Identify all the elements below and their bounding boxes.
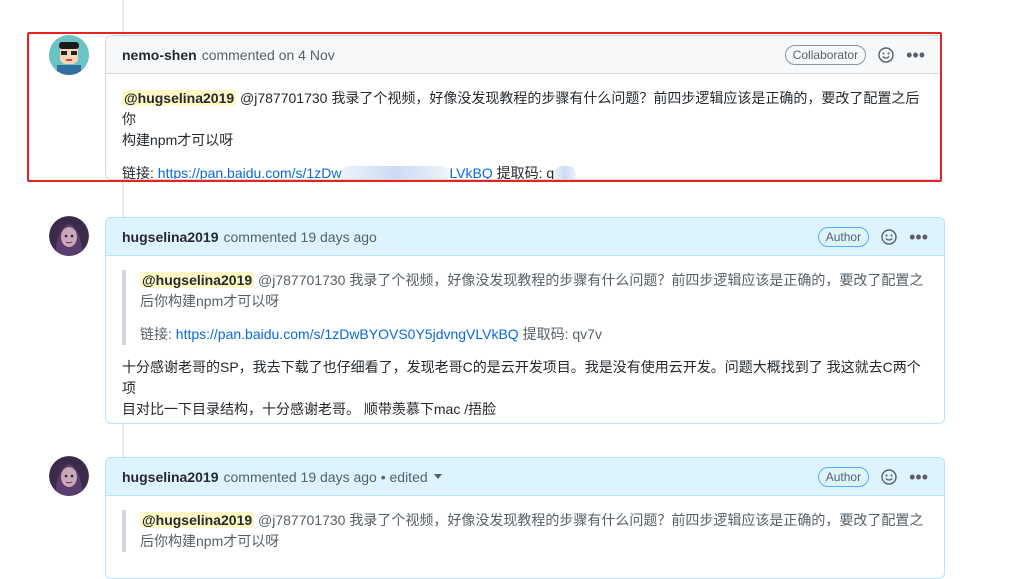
blockquote: @hugselina2019 @j787701730 我录了个视频，好像没发现教…: [122, 510, 928, 552]
quote-text: @j787701730 我录了个视频，好像没发现教程的步骤有什么问题？前四步逻辑…: [254, 272, 924, 288]
comment-body: @hugselina2019 @j787701730 我录了个视频，好像没发现教…: [106, 256, 944, 423]
smiley-icon[interactable]: [878, 46, 894, 63]
comment-body: @hugselina2019 @j787701730 我录了个视频，好像没发现教…: [106, 74, 941, 180]
extract-code: 提取码: qv7v: [518, 326, 602, 342]
comment-body: @hugselina2019 @j787701730 我录了个视频，好像没发现教…: [106, 496, 944, 578]
avatar-image: [49, 216, 89, 256]
avatar-image: [49, 35, 89, 75]
avatar-hugselina2019[interactable]: [49, 456, 89, 496]
comment-header: hugselina2019 commented 19 days ago Auth…: [106, 218, 944, 256]
avatar-image: [49, 456, 89, 496]
kebab-menu-icon[interactable]: •••: [909, 228, 928, 246]
quote-text: @j787701730 我录了个视频，好像没发现教程的步骤有什么问题？前四步逻辑…: [254, 512, 924, 528]
comment-header: hugselina2019 commented 19 days ago • ed…: [106, 458, 944, 496]
comment-timestamp[interactable]: commented on 4 Nov: [202, 47, 335, 63]
comment-timestamp[interactable]: commented 19 days ago: [224, 229, 377, 245]
kebab-menu-icon[interactable]: •••: [909, 468, 928, 486]
comment-text: @j787701730 我录了个视频，好像没发现教程的步骤有什么问题？前四步逻辑…: [122, 90, 920, 127]
share-link[interactable]: https://pan.baidu.com/s/1zDw LVkBQ: [158, 165, 493, 179]
comment-author[interactable]: hugselina2019: [122, 469, 219, 485]
link-label: 链接:: [122, 165, 158, 180]
comment-text-line2: 构建npm才可以呀: [122, 132, 234, 148]
smiley-icon[interactable]: [881, 468, 897, 485]
comment-author[interactable]: hugselina2019: [122, 229, 219, 245]
avatar-nemo-shen[interactable]: [49, 35, 89, 75]
user-mention[interactable]: @hugselina2019: [122, 90, 237, 106]
collaborator-badge: Collaborator: [784, 44, 867, 65]
comment-header: nemo-shen commented on 4 Nov Collaborato…: [106, 36, 941, 74]
share-link[interactable]: https://pan.baidu.com/s/1zDwBYOVS0Y5jdvn…: [176, 326, 519, 342]
redaction-blur: [341, 166, 450, 179]
avatar-hugselina2019[interactable]: [49, 216, 89, 256]
comment-card: hugselina2019 commented 19 days ago Auth…: [105, 217, 945, 424]
comment-timestamp[interactable]: commented 19 days ago • edited: [224, 469, 428, 485]
reply-text-line2: 目对比一下目录结构，十分感谢老哥。 顺带羡慕下mac /捂脸: [122, 401, 497, 417]
quote-text-line2: 后你构建npm才可以呀: [140, 533, 280, 549]
comment-card: nemo-shen commented on 4 Nov Collaborato…: [105, 35, 942, 180]
reply-text: 十分感谢老哥的SP，我去下载了也仔细看了，发现老哥C的是云开发项目。我是没有使用…: [122, 359, 921, 396]
author-badge: Author: [817, 466, 870, 487]
user-mention[interactable]: @hugselina2019: [140, 512, 255, 528]
smiley-icon[interactable]: [881, 228, 897, 245]
redaction-blur: [554, 166, 577, 179]
quote-text-line2: 后你构建npm才可以呀: [140, 293, 280, 309]
extract-code: 提取码: q: [492, 165, 555, 180]
caret-down-icon[interactable]: [433, 474, 442, 479]
kebab-menu-icon[interactable]: •••: [906, 46, 925, 64]
comment-author[interactable]: nemo-shen: [122, 47, 197, 63]
blockquote: @hugselina2019 @j787701730 我录了个视频，好像没发现教…: [122, 270, 928, 345]
author-badge: Author: [817, 226, 870, 247]
link-label: 链接:: [140, 326, 176, 342]
user-mention[interactable]: @hugselina2019: [140, 272, 255, 288]
comment-card: hugselina2019 commented 19 days ago • ed…: [105, 457, 945, 579]
